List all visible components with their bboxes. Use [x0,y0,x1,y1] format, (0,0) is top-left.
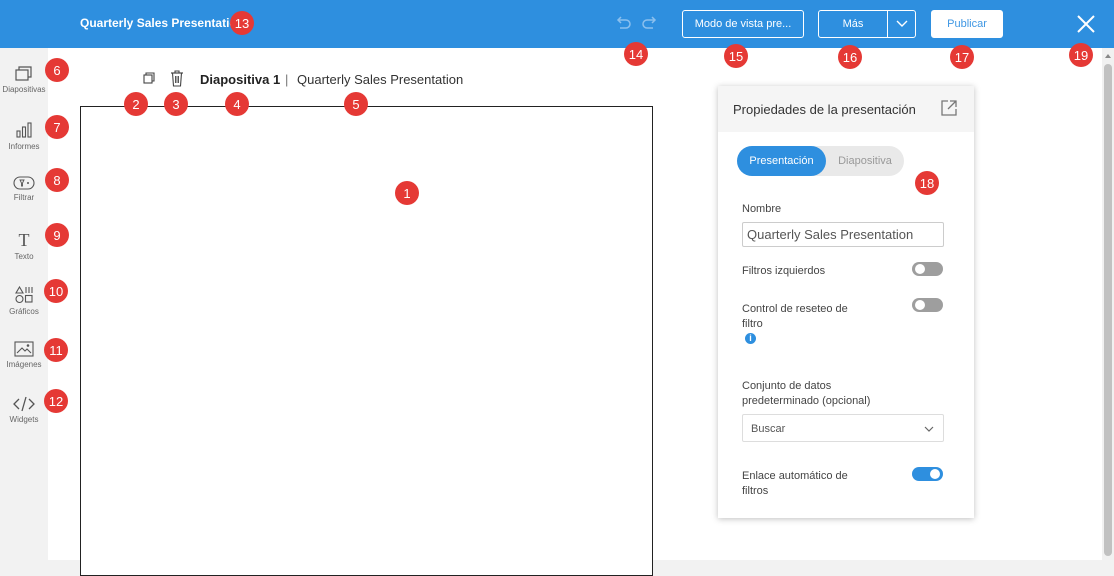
auto-link-toggle[interactable] [912,467,943,481]
annotation-marker: 9 [45,223,69,247]
annotation-marker: 3 [164,92,188,116]
annotation-marker: 4 [225,92,249,116]
tab-presentation[interactable]: Presentación [737,146,826,176]
svg-text:T: T [19,231,30,249]
left-filters-label: Filtros izquierdos [742,265,826,277]
code-icon [13,396,35,412]
sidebar-item-widgets[interactable]: Widgets [0,386,48,438]
sidebar-item-reports[interactable]: Informes [0,111,48,163]
sidebar-label: Widgets [9,415,39,424]
more-dropdown-button[interactable] [887,10,916,38]
tab-slide[interactable]: Diapositiva [826,146,904,176]
sidebar-label: Texto [14,252,34,261]
duplicate-slide-icon[interactable] [143,72,155,84]
sidebar-item-text[interactable]: T Texto [0,221,48,273]
dataset-label: Conjunto de datos predeterminado (opcion… [742,380,871,407]
sidebar-item-filter[interactable]: Filtrar [0,166,48,218]
presentation-title[interactable]: Quarterly Sales Presentation [80,16,244,30]
dataset-select-placeholder: Buscar [751,423,786,435]
reset-filter-label: Control de reseteo de filtro [742,303,848,330]
annotation-marker: 8 [45,168,69,192]
panel-header: Propiedades de la presentación [718,86,974,132]
slide-toolbar [143,67,184,89]
sidebar-label: Informes [8,142,40,151]
dataset-select[interactable]: Buscar [742,414,944,442]
slide-title-separator: | [285,72,289,87]
slides-icon [15,66,32,81]
more-button[interactable]: Más [818,10,888,38]
close-icon[interactable] [1075,13,1097,35]
trash-icon[interactable] [170,69,184,87]
publish-button[interactable]: Publicar [931,10,1003,38]
annotation-marker: 19 [1069,43,1093,67]
sidebar-label: Gráficos [9,307,39,316]
annotation-marker: 16 [838,45,862,69]
annotation-marker: 11 [44,338,68,362]
sidebar-label: Diapositivas [2,85,46,94]
annotation-marker: 12 [44,389,68,413]
sidebar-label: Imágenes [6,360,42,369]
annotation-marker: 10 [44,279,68,303]
image-icon [14,341,34,357]
chevron-down-icon [896,20,907,27]
name-label: Nombre [742,203,782,215]
vertical-scrollbar[interactable] [1102,48,1114,560]
slide-name[interactable]: Diapositiva 1 [200,72,280,87]
annotation-marker: 13 [230,11,254,35]
bar-chart-icon [16,122,32,138]
preview-mode-button[interactable]: Modo de vista pre... [682,10,804,38]
presentation-properties-panel: Propiedades de la presentación Presentac… [718,86,974,518]
filter-icon [13,176,35,190]
auto-link-label: Enlace automático de filtros [742,470,848,497]
slide-presentation-name: Quarterly Sales Presentation [297,72,464,87]
left-filters-toggle[interactable] [912,262,943,276]
annotation-marker: 6 [45,58,69,82]
annotation-marker: 5 [344,92,368,116]
chevron-down-icon [924,426,934,432]
external-link-icon[interactable] [940,99,958,117]
reset-filter-toggle[interactable] [912,298,943,312]
sidebar-label: Filtrar [13,193,35,202]
annotation-marker: 2 [124,92,148,116]
presentation-name-input[interactable] [742,222,944,247]
left-toolbar: Diapositivas Informes Filtrar T Texto Gr… [0,48,48,560]
annotation-marker: 7 [45,115,69,139]
scroll-up-arrow[interactable] [1105,54,1111,58]
top-bar: Quarterly Sales Presentation Modo de vis… [0,0,1114,48]
panel-title: Propiedades de la presentación [733,102,916,117]
annotation-marker: 17 [950,45,974,69]
sidebar-item-images[interactable]: Imágenes [0,331,48,383]
undo-icon[interactable] [614,14,632,32]
scroll-thumb[interactable] [1104,64,1112,556]
properties-tab-switch: Presentación Diapositiva [737,146,904,176]
info-icon[interactable]: i [745,333,756,344]
annotation-marker: 18 [915,171,939,195]
annotation-marker: 1 [395,181,419,205]
annotation-marker: 14 [624,42,648,66]
sidebar-item-slides[interactable]: Diapositivas [0,56,48,108]
slide-canvas[interactable] [80,106,653,576]
shapes-icon [15,286,33,304]
sidebar-item-graphics[interactable]: Gráficos [0,276,48,328]
text-icon: T [19,231,30,249]
redo-icon[interactable] [641,14,659,32]
annotation-marker: 15 [724,44,748,68]
